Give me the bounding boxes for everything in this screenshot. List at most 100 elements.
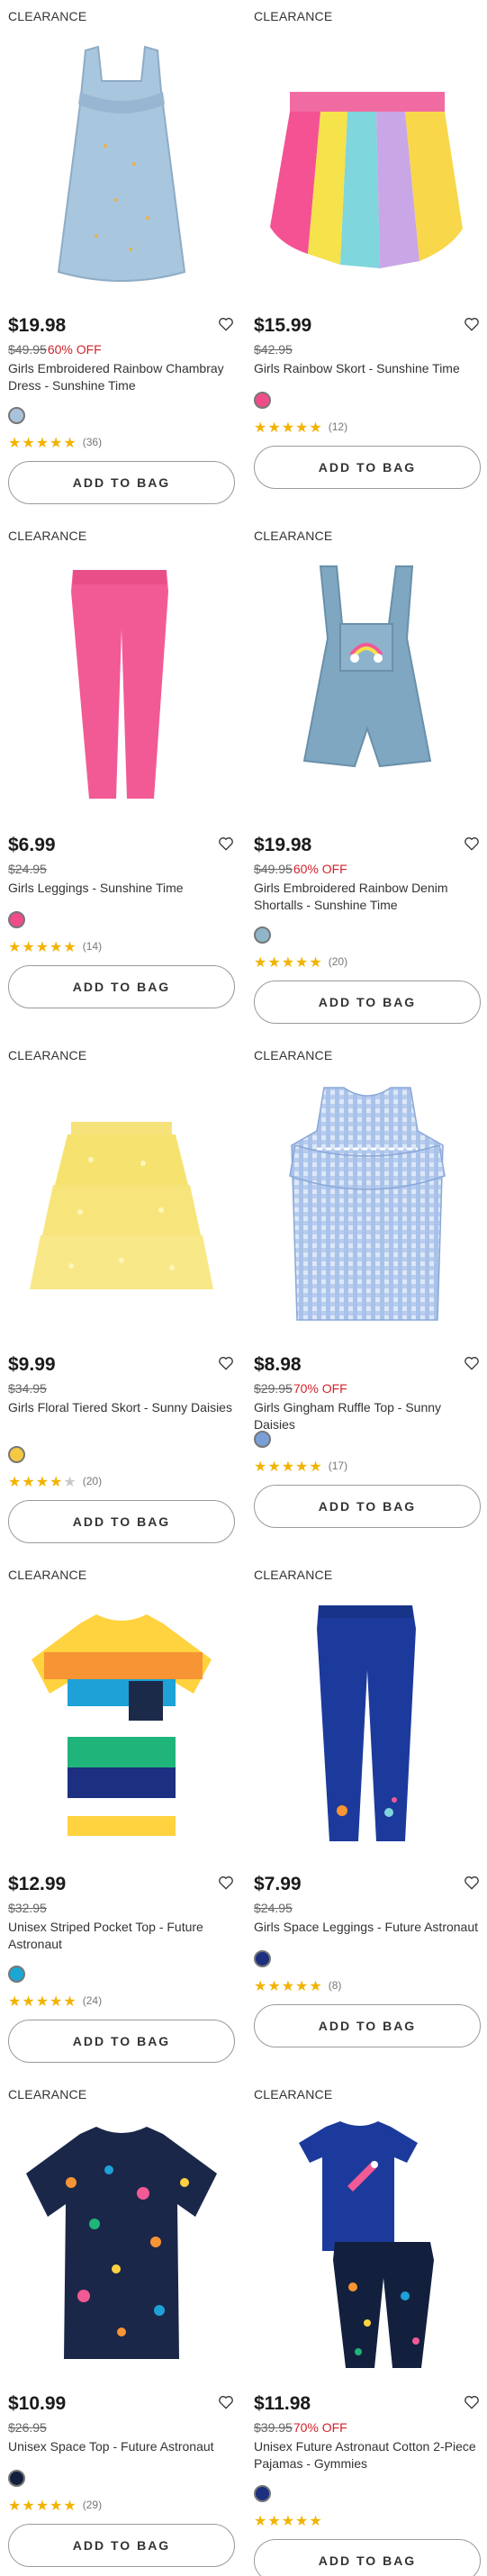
product-card: CLEARANCE $15.99 $42.95 Girls Rainbow Skor… xyxy=(254,0,481,504)
star-rating: ★★★★★ (12) xyxy=(254,420,348,436)
tiered-skort-icon xyxy=(8,1068,235,1338)
add-to-bag-button[interactable]: ADD TO BAG xyxy=(254,2539,481,2576)
product-grid: CLEARANCE $19.98 $49.9560% OFF Girls Embro… xyxy=(0,0,487,2576)
product-image[interactable] xyxy=(254,548,481,818)
clearance-badge: CLEARANCE xyxy=(8,2087,87,2101)
original-price: $49.9560% OFF xyxy=(254,862,347,876)
astronaut-pajamas-icon xyxy=(254,2107,481,2377)
favorite-heart-icon[interactable] xyxy=(463,2393,481,2411)
clearance-badge: CLEARANCE xyxy=(254,1568,333,1582)
original-price-value: $49.95 xyxy=(8,342,47,357)
star-rating: ★★★★★ (14) xyxy=(8,940,103,955)
color-swatch[interactable] xyxy=(254,2485,271,2502)
review-count: (12) xyxy=(328,420,348,433)
product-image[interactable] xyxy=(254,1068,481,1338)
original-price: $24.95 xyxy=(254,1901,293,1915)
star-rating: ★★★★★ (17) xyxy=(254,1460,348,1475)
add-to-bag-button[interactable]: ADD TO BAG xyxy=(254,2004,481,2047)
review-count: (24) xyxy=(82,1994,103,2007)
product-name[interactable]: Girls Space Leggings - Future Astronaut xyxy=(254,1919,481,1936)
sale-price: $19.98 xyxy=(254,835,312,855)
product-image[interactable] xyxy=(8,1068,235,1338)
star-rating: ★★★★★ (20) xyxy=(254,955,348,971)
add-to-bag-button[interactable]: ADD TO BAG xyxy=(8,2524,235,2567)
striped-tee-icon xyxy=(8,1587,235,1857)
product-image[interactable] xyxy=(8,2107,235,2377)
discount-label: 70% OFF xyxy=(293,1381,347,1396)
color-swatch[interactable] xyxy=(254,392,271,409)
favorite-heart-icon[interactable] xyxy=(217,2393,235,2411)
add-to-bag-button[interactable]: ADD TO BAG xyxy=(8,461,235,504)
product-name[interactable]: Girls Gingham Ruffle Top - Sunny Daisies xyxy=(254,1399,481,1433)
sale-price: $12.99 xyxy=(8,1874,67,1894)
clearance-badge: CLEARANCE xyxy=(254,529,333,543)
color-swatch[interactable] xyxy=(254,926,271,944)
star-rating: ★★★★★ (24) xyxy=(8,1994,103,2010)
color-swatch[interactable] xyxy=(8,1446,25,1463)
favorite-heart-icon[interactable] xyxy=(463,1874,481,1892)
star-rating: ★★★★★ xyxy=(254,2514,323,2529)
original-price: $34.95 xyxy=(8,1381,47,1396)
favorite-heart-icon[interactable] xyxy=(217,1874,235,1892)
gingham-top-icon xyxy=(254,1068,481,1338)
clearance-badge: CLEARANCE xyxy=(254,9,333,23)
favorite-heart-icon[interactable] xyxy=(463,1354,481,1372)
add-to-bag-button[interactable]: ADD TO BAG xyxy=(254,1485,481,1528)
product-name[interactable]: Unisex Space Top - Future Astronaut xyxy=(8,2438,235,2455)
original-price: $29.9570% OFF xyxy=(254,1381,347,1396)
sale-price: $6.99 xyxy=(8,835,56,855)
product-name[interactable]: Girls Leggings - Sunshine Time xyxy=(8,880,235,897)
sale-price: $19.98 xyxy=(8,315,67,336)
product-image[interactable] xyxy=(254,29,481,299)
color-swatch[interactable] xyxy=(8,407,25,424)
color-swatch[interactable] xyxy=(254,1431,271,1448)
review-count: (14) xyxy=(82,940,103,953)
favorite-heart-icon[interactable] xyxy=(217,835,235,853)
review-count: (29) xyxy=(82,2499,103,2511)
original-price: $42.95 xyxy=(254,342,293,357)
product-name[interactable]: Girls Rainbow Skort - Sunshine Time xyxy=(254,360,481,377)
color-swatch[interactable] xyxy=(8,1966,25,1983)
product-name[interactable]: Unisex Striped Pocket Top - Future Astro… xyxy=(8,1919,235,1953)
color-swatch[interactable] xyxy=(8,911,25,928)
add-to-bag-button[interactable]: ADD TO BAG xyxy=(8,965,235,1008)
favorite-heart-icon[interactable] xyxy=(463,835,481,853)
product-card: CLEARANCE $12.99 $32.95 Unisex Striped Poc… xyxy=(8,1559,235,2063)
product-image[interactable] xyxy=(254,1587,481,1857)
product-name[interactable]: Unisex Future Astronaut Cotton 2-Piece P… xyxy=(254,2438,481,2472)
favorite-heart-icon[interactable] xyxy=(463,315,481,333)
favorite-heart-icon[interactable] xyxy=(217,1354,235,1372)
sale-price: $8.98 xyxy=(254,1354,302,1375)
product-image[interactable] xyxy=(8,548,235,818)
product-card: CLEARANCE $11.98 $39.9570% OFF Unisex Futu… xyxy=(254,2078,481,2576)
color-swatch[interactable] xyxy=(8,2470,25,2487)
original-price-value: $32.95 xyxy=(8,1901,47,1915)
product-name[interactable]: Girls Embroidered Rainbow Chambray Dress… xyxy=(8,360,235,394)
chambray-dress-icon xyxy=(8,29,235,299)
product-name[interactable]: Girls Embroidered Rainbow Denim Shortall… xyxy=(254,880,481,914)
review-count: (20) xyxy=(328,955,348,968)
favorite-heart-icon[interactable] xyxy=(217,315,235,333)
product-card: CLEARANCE $10.99 $26.95 Unisex Space Top -… xyxy=(8,2078,235,2576)
add-to-bag-button[interactable]: ADD TO BAG xyxy=(8,2020,235,2063)
product-card: CLEARANCE $9.99 $34.95 Girls Floral Tiered… xyxy=(8,1039,235,1543)
review-count: (8) xyxy=(328,1979,342,1992)
product-image[interactable] xyxy=(8,29,235,299)
product-card: CLEARANCE $7.99 $24.95 Girls Space Legging… xyxy=(254,1559,481,2063)
product-card: CLEARANCE $19.98 $49.9560% OFF Girls Embro… xyxy=(8,0,235,504)
discount-label: 70% OFF xyxy=(293,2420,347,2435)
star-rating: ★★★★★ (20) xyxy=(8,1475,103,1490)
add-to-bag-button[interactable]: ADD TO BAG xyxy=(8,1500,235,1543)
product-image[interactable] xyxy=(254,2107,481,2377)
add-to-bag-button[interactable]: ADD TO BAG xyxy=(254,446,481,489)
original-price: $26.95 xyxy=(8,2420,47,2435)
product-image[interactable] xyxy=(8,1587,235,1857)
clearance-badge: CLEARANCE xyxy=(8,1568,87,1582)
add-to-bag-button[interactable]: ADD TO BAG xyxy=(254,981,481,1024)
space-tee-icon xyxy=(8,2107,235,2377)
clearance-badge: CLEARANCE xyxy=(8,529,87,543)
color-swatch[interactable] xyxy=(254,1950,271,1967)
product-name[interactable]: Girls Floral Tiered Skort - Sunny Daisie… xyxy=(8,1399,235,1416)
sale-price: $9.99 xyxy=(8,1354,56,1375)
original-price: $32.95 xyxy=(8,1901,47,1915)
